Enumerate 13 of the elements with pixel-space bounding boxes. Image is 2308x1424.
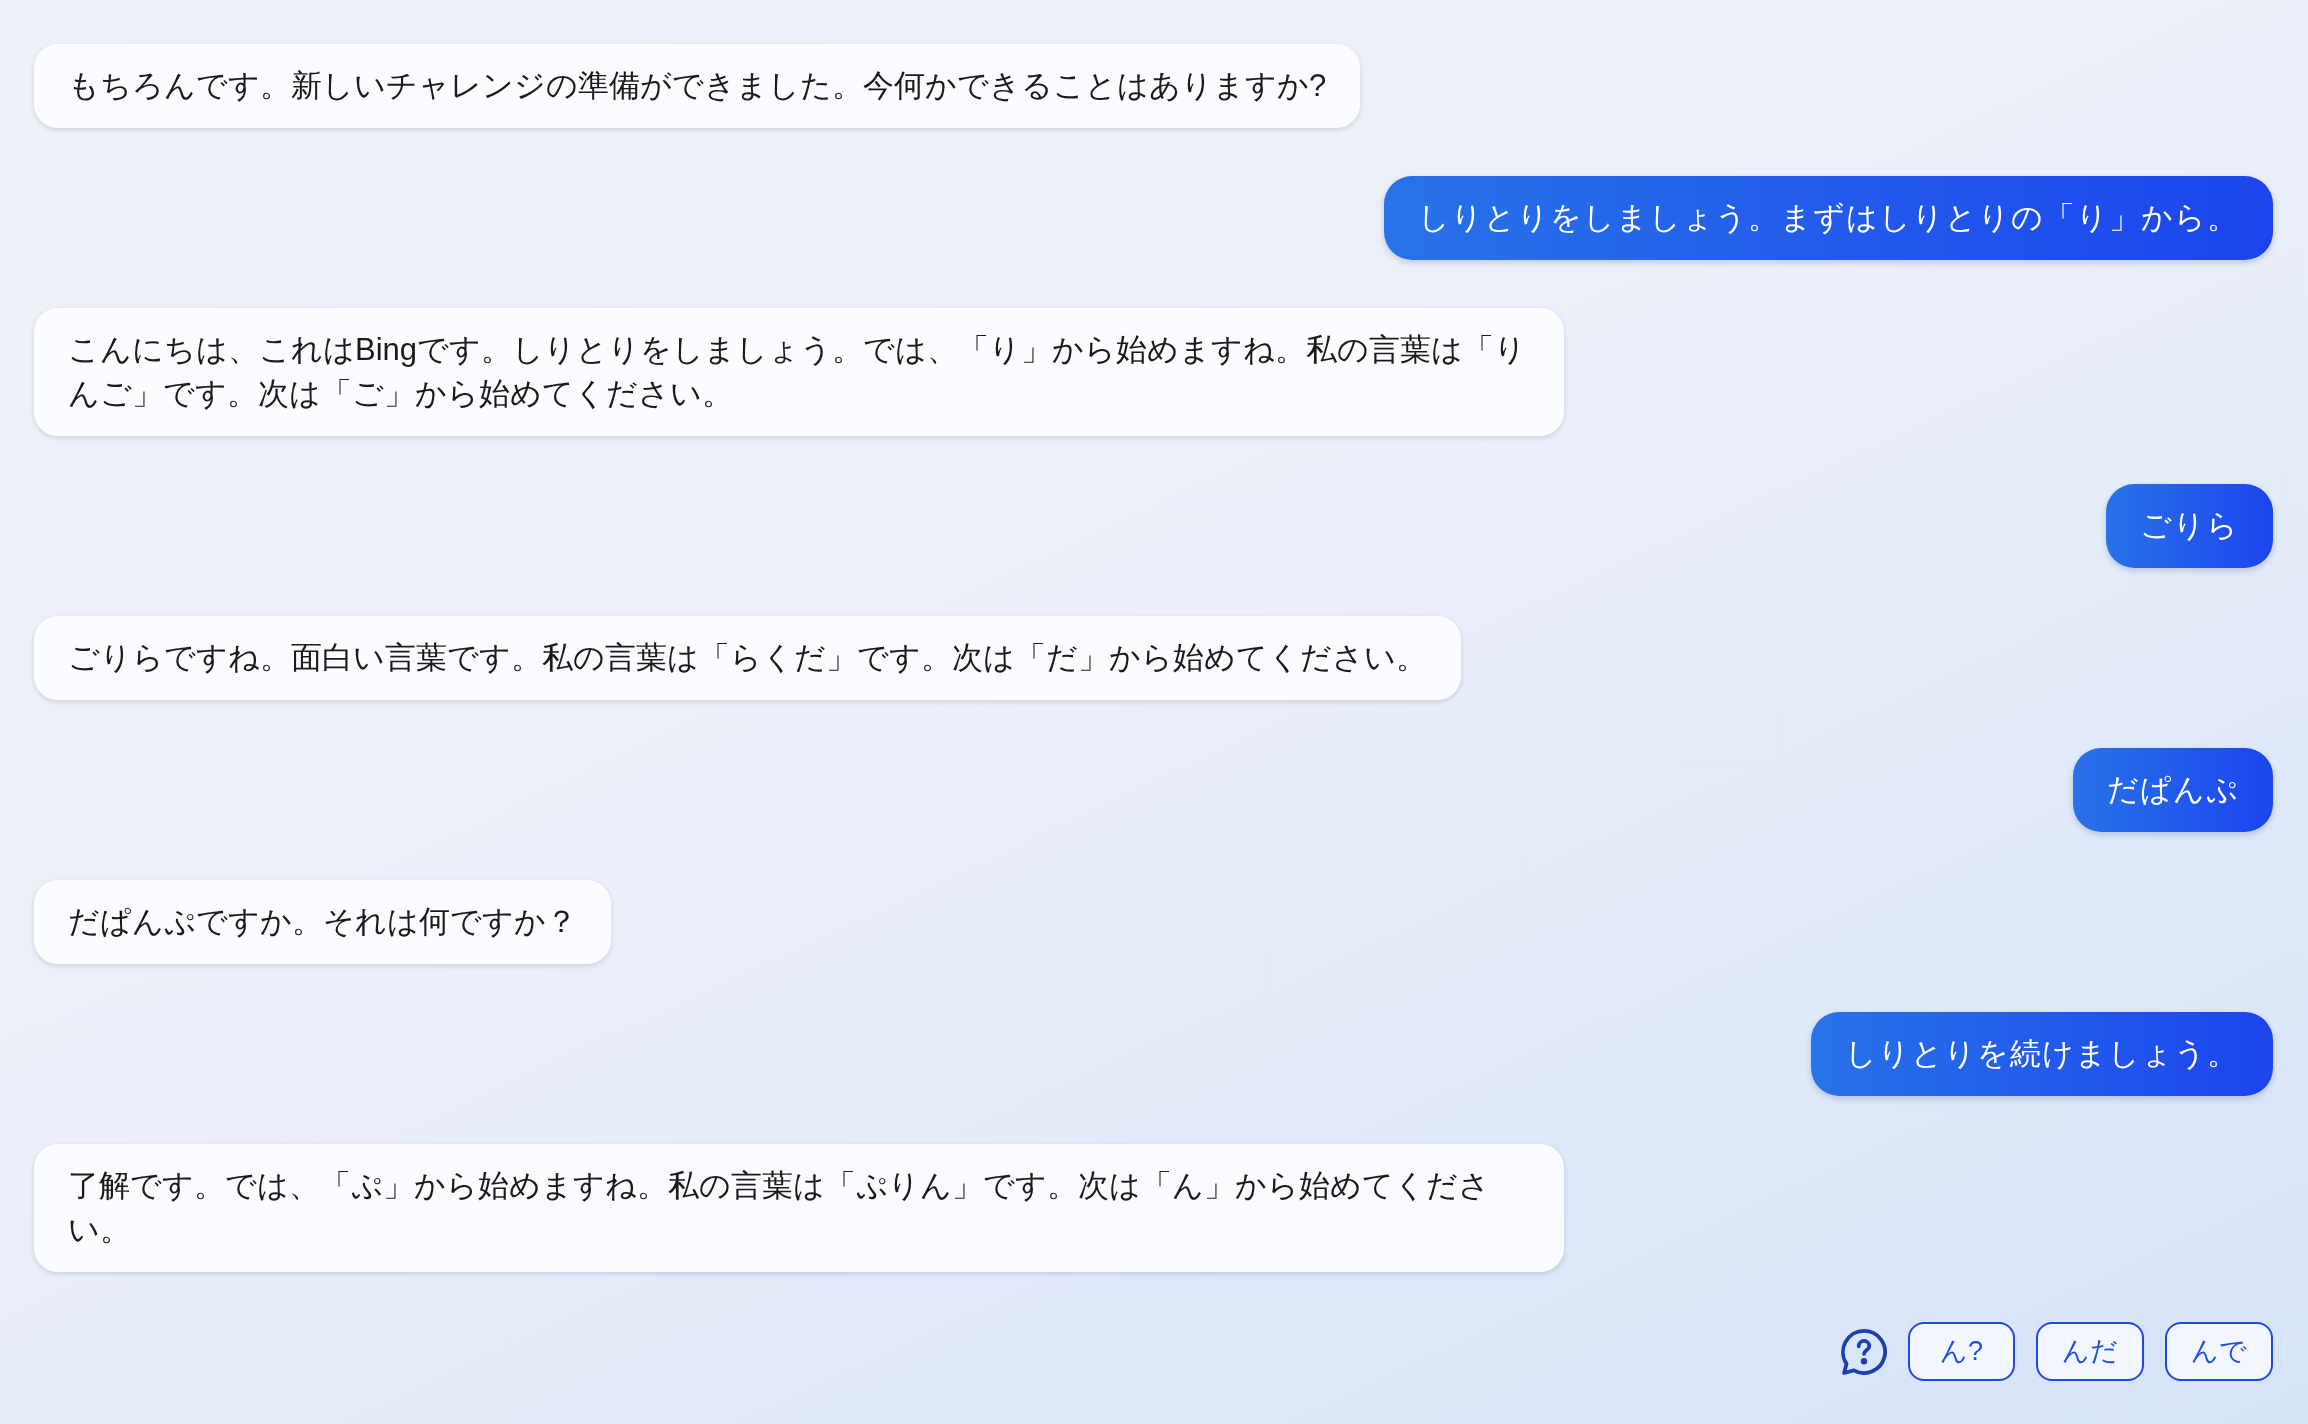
bot-message: ごりらですね。面白い言葉です。私の言葉は「らくだ」です。次は「だ」から始めてください。 bbox=[34, 616, 1461, 700]
suggestion-button[interactable]: んだ bbox=[2036, 1322, 2144, 1381]
user-message: ごりら bbox=[2106, 484, 2273, 568]
user-message: しりとりを続けましょう。 bbox=[1811, 1012, 2273, 1096]
help-icon[interactable] bbox=[1841, 1328, 1887, 1375]
user-message: だぱんぷ bbox=[2073, 748, 2273, 832]
suggestion-button[interactable]: んで bbox=[2165, 1322, 2273, 1381]
user-message: しりとりをしましょう。まずはしりとりの「り」から。 bbox=[1384, 176, 2273, 260]
bot-message: もちろんです。新しいチャレンジの準備ができました。今何かできることはありますか? bbox=[34, 44, 1361, 128]
suggestion-button[interactable]: ん? bbox=[1908, 1322, 2015, 1381]
bot-message: だぱんぷですか。それは何ですか？ bbox=[34, 880, 611, 964]
bot-message: こんにちは、これはBingです。しりとりをしましょう。では、「り」から始めますね。私の言葉は「りんご」です。次は「ご」から始めてください。 bbox=[34, 308, 1564, 436]
bot-message: 了解です。では、「ぷ」から始めますね。私の言葉は「ぷりん」です。次は「ん」から始めてください。 bbox=[34, 1144, 1564, 1272]
